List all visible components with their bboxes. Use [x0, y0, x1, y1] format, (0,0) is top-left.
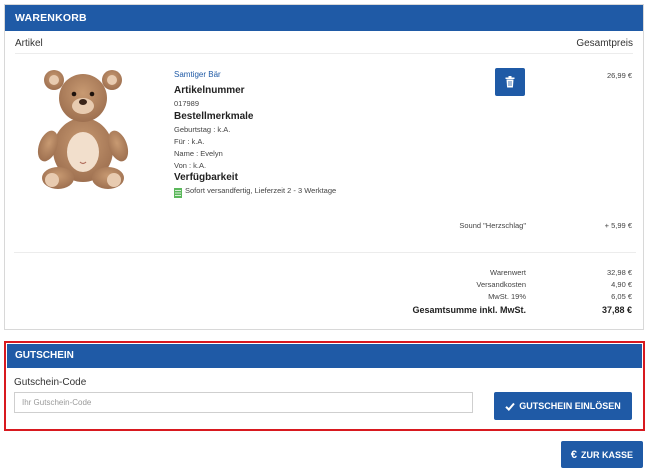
vat-label: MwSt. 19% [488, 292, 526, 301]
checkout-label: ZUR KASSE [581, 449, 634, 460]
redeem-voucher-button[interactable]: GUTSCHEIN EINLÖSEN [494, 392, 632, 420]
item-price: 26,99 € [606, 71, 632, 80]
product-image[interactable] [30, 66, 136, 190]
column-header-total: Gesamtpreis [576, 38, 633, 49]
delete-item-button[interactable] [495, 68, 525, 96]
cart-title: WARENKORB [5, 5, 643, 31]
feature-for: Für : k.A. [174, 137, 205, 146]
summary-divider [14, 252, 636, 253]
voucher-code-input[interactable] [14, 392, 473, 413]
article-number-value: 017989 [174, 99, 200, 108]
trash-icon [505, 76, 515, 88]
column-header-article: Artikel [15, 38, 43, 49]
check-icon [505, 402, 515, 411]
redeem-voucher-label: GUTSCHEIN EINLÖSEN [519, 401, 621, 411]
product-name-link[interactable]: Samtiger Bär [174, 70, 221, 79]
shipping-label: Versandkosten [476, 280, 526, 289]
total-label: Gesamtsumme inkl. MwSt. [412, 305, 526, 315]
feature-from: Von : k.A. [174, 161, 207, 170]
euro-icon: € [570, 448, 578, 461]
vat-value: 6,05 € [611, 292, 632, 301]
addon-label: Sound "Herzschlag" [459, 221, 526, 230]
feature-birthday: Geburtstag : k.A. [174, 125, 231, 134]
shipping-value: 4,90 € [611, 280, 632, 289]
voucher-title: GUTSCHEIN [7, 344, 642, 368]
feature-name: Name : Evelyn [174, 149, 223, 158]
addon-price: + 5,99 € [604, 221, 632, 230]
total-value: 37,88 € [601, 305, 632, 315]
availability-status-icon [174, 185, 182, 198]
header-divider [15, 53, 633, 54]
availability-label: Verfügbarkeit [174, 172, 238, 183]
checkout-button[interactable]: € ZUR KASSE [561, 441, 643, 468]
availability-text: Sofort versandfertig, Lieferzeit 2 - 3 W… [185, 186, 337, 195]
goods-value-label: Warenwert [490, 268, 526, 277]
goods-value: 32,98 € [606, 268, 632, 277]
voucher-code-label: Gutschein-Code [14, 377, 87, 388]
order-features-label: Bestellmerkmale [174, 111, 254, 122]
article-number-label: Artikelnummer [174, 85, 245, 96]
